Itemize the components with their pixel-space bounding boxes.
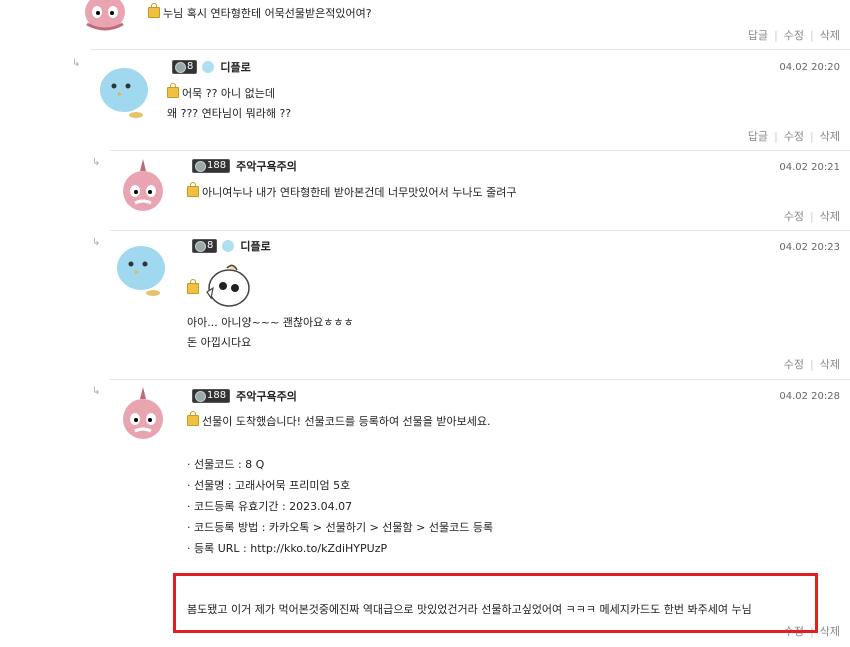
comment-actions: 수정 | 삭제 bbox=[783, 210, 840, 223]
comment-date: 04.02 20:23 bbox=[779, 242, 840, 253]
comment-date: 04.02 20:20 bbox=[779, 62, 840, 73]
reply-button[interactable]: 답글 bbox=[748, 130, 768, 143]
comment-date: 04.02 20:21 bbox=[779, 162, 840, 173]
gift-name: · 선물명 : 고래사어묵 프리미엄 5호 bbox=[187, 479, 351, 492]
highlight-box bbox=[173, 573, 818, 633]
level-badge: 8 bbox=[192, 238, 218, 253]
lock-icon bbox=[187, 411, 199, 426]
gift-details: · 선물코드 : 8 Q · 선물명 : 고래사어묵 프리미엄 5호 · 코드등… bbox=[187, 454, 493, 559]
edit-button[interactable]: 수정 bbox=[784, 29, 804, 42]
lock-icon bbox=[148, 3, 160, 18]
reply-button[interactable]: 답글 bbox=[748, 29, 768, 42]
edit-button[interactable]: 수정 bbox=[784, 358, 804, 371]
nickname[interactable]: 디플로 bbox=[220, 59, 250, 75]
avatar-garlic bbox=[75, 0, 135, 38]
comment-text: 선물이 도착했습니다! 선물코드를 등록하여 선물을 받아보세요. bbox=[187, 411, 491, 432]
lock-icon bbox=[187, 279, 202, 296]
reply-arrow-icon: ↳ bbox=[92, 237, 101, 248]
nickname[interactable]: 주악구욕주의 bbox=[236, 158, 297, 174]
comment-actions: 수정 | 삭제 bbox=[783, 358, 840, 371]
gift-code: · 선물코드 : 8 Q bbox=[187, 458, 265, 471]
level-badge: 188 bbox=[192, 158, 231, 173]
blue-bird-icon bbox=[202, 60, 215, 73]
user-info: 8 디플로 bbox=[192, 238, 271, 254]
reply-arrow-icon: ↳ bbox=[92, 157, 101, 168]
divider bbox=[90, 49, 850, 50]
blue-bird-icon bbox=[222, 239, 235, 252]
avatar-blue-bird bbox=[96, 60, 156, 120]
comment-text: 아아... 아니양~~~ 괜찮아요ㅎㅎㅎ 돈 아낍시다요 bbox=[187, 316, 354, 349]
user-info: 188 주악구욕주의 bbox=[192, 388, 297, 404]
lock-icon bbox=[167, 83, 179, 98]
user-info: 188 주악구욕주의 bbox=[192, 158, 297, 174]
comment-actions: 답글 | 수정 | 삭제 bbox=[747, 29, 840, 42]
delete-button[interactable]: 삭제 bbox=[820, 210, 840, 223]
gift-register-url[interactable]: · 등록 URL : http://kko.to/kZdiHYPUzP bbox=[187, 542, 387, 555]
comment-text: 어묵 ?? 아니 없는데 왜 ??? 연타님이 뭐라해 ?? bbox=[167, 83, 292, 120]
divider bbox=[110, 230, 850, 231]
reply-arrow-icon: ↳ bbox=[72, 58, 81, 69]
gift-expiry: · 코드등록 유효기간 : 2023.04.07 bbox=[187, 500, 353, 513]
avatar-blue-bird bbox=[113, 238, 173, 298]
emoticon-sticker bbox=[203, 262, 253, 313]
comment-text: 누님 혹시 연타형한테 어묵선물받은적있어여? bbox=[148, 3, 372, 24]
user-info: 8 디플로 bbox=[172, 59, 251, 75]
avatar-garlic bbox=[113, 157, 173, 217]
edit-button[interactable]: 수정 bbox=[784, 130, 804, 143]
divider bbox=[110, 150, 850, 151]
comment-actions: 답글 | 수정 | 삭제 bbox=[747, 130, 840, 143]
level-badge: 8 bbox=[172, 59, 198, 74]
comment-date: 04.02 20:28 bbox=[779, 391, 840, 402]
divider bbox=[110, 379, 850, 380]
comment-text: 아니여누나 내가 연타형한테 받아본건데 너무맛있어서 누나도 줄려구 bbox=[187, 182, 516, 203]
nickname[interactable]: 주악구욕주의 bbox=[236, 388, 297, 404]
nickname[interactable]: 디플로 bbox=[240, 238, 270, 254]
delete-button[interactable]: 삭제 bbox=[820, 358, 840, 371]
gift-register-method: · 코드등록 방법 : 카카오톡 > 선물하기 > 선물함 > 선물코드 등록 bbox=[187, 521, 494, 534]
level-badge: 188 bbox=[192, 388, 231, 403]
avatar-garlic bbox=[113, 385, 173, 445]
delete-button[interactable]: 삭제 bbox=[820, 625, 840, 638]
delete-button[interactable]: 삭제 bbox=[820, 29, 840, 42]
reply-arrow-icon: ↳ bbox=[92, 386, 101, 397]
edit-button[interactable]: 수정 bbox=[784, 210, 804, 223]
delete-button[interactable]: 삭제 bbox=[820, 130, 840, 143]
lock-icon bbox=[187, 182, 199, 197]
